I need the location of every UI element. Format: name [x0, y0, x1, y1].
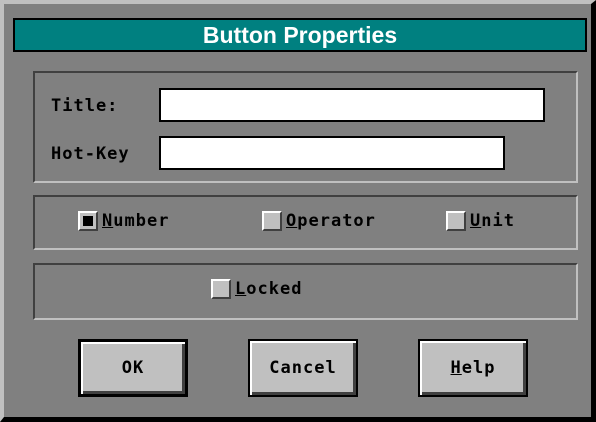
unit-checkbox[interactable]	[446, 211, 466, 231]
cancel-button[interactable]: Cancel	[248, 339, 358, 397]
title-label: Title:	[51, 96, 119, 116]
locked-label: ocked	[246, 279, 303, 299]
number-checkbox[interactable]	[78, 211, 98, 231]
unit-label: nit	[481, 211, 515, 231]
dialog-title-bar[interactable]: Button Properties	[13, 18, 587, 52]
ok-button-label: OK	[121, 358, 145, 378]
locked-hotkey: L	[235, 279, 247, 299]
hotkey-input[interactable]	[159, 136, 505, 170]
dialog-title: Button Properties	[202, 21, 398, 48]
ok-button[interactable]: OK	[78, 339, 188, 397]
title-input[interactable]	[159, 88, 545, 122]
cancel-button-label: Cancel	[269, 358, 337, 378]
number-option[interactable]: Number	[78, 211, 169, 231]
type-options-group: Number Operator Unit	[33, 195, 578, 250]
operator-label: perator	[297, 211, 376, 231]
unit-option[interactable]: Unit	[446, 211, 515, 231]
locked-group: Locked	[33, 263, 578, 320]
unit-hotkey: U	[470, 211, 482, 231]
locked-option[interactable]: Locked	[211, 279, 302, 299]
number-hotkey: N	[102, 211, 114, 231]
help-button[interactable]: Help	[418, 339, 528, 397]
locked-checkbox[interactable]	[211, 279, 231, 299]
hotkey-label: Hot-Key	[51, 144, 130, 164]
operator-checkbox[interactable]	[262, 211, 282, 231]
operator-option[interactable]: Operator	[262, 211, 376, 231]
help-button-label: elp	[461, 358, 496, 378]
help-hotkey: H	[450, 358, 462, 378]
number-label: umber	[113, 211, 170, 231]
button-properties-dialog: Button Properties Title: Hot-Key Number …	[0, 0, 596, 422]
operator-hotkey: O	[286, 211, 298, 231]
fields-group: Title: Hot-Key	[33, 71, 578, 183]
